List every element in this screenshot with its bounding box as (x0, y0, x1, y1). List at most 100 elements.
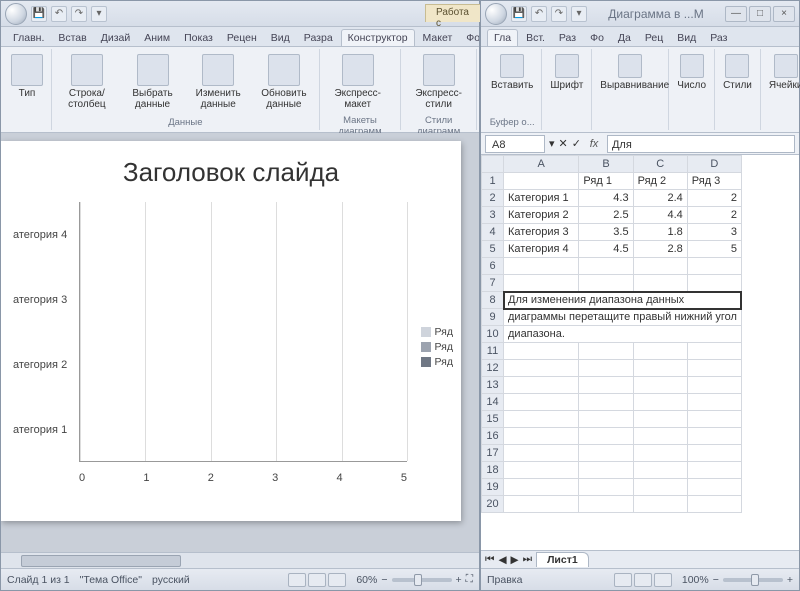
cell[interactable] (579, 462, 633, 479)
sheet-tab[interactable]: Лист1 (536, 552, 589, 567)
row-header[interactable]: 13 (482, 377, 504, 394)
cell[interactable] (579, 258, 633, 275)
cell[interactable] (633, 394, 687, 411)
number-button[interactable]: Число (673, 51, 710, 94)
switch-row-col-button[interactable]: Строка/столбец (56, 51, 118, 113)
undo-icon[interactable]: ↶ (531, 6, 547, 22)
zoom-in-icon[interactable]: + (456, 574, 462, 586)
cell[interactable] (687, 343, 741, 360)
cell[interactable]: 1.8 (633, 224, 687, 241)
cell[interactable] (633, 343, 687, 360)
tab-встав[interactable]: Встав (52, 30, 92, 46)
undo-icon[interactable]: ↶ (51, 6, 67, 22)
tab-0[interactable]: Гла (487, 29, 518, 47)
cell[interactable] (579, 411, 633, 428)
cell[interactable] (687, 445, 741, 462)
horizontal-scrollbar[interactable] (1, 552, 479, 568)
cell[interactable] (504, 428, 579, 445)
cell[interactable]: 2 (687, 207, 741, 224)
sheet-nav-first-icon[interactable]: ⏮ (485, 553, 494, 566)
row-header[interactable]: 9 (482, 309, 504, 326)
zoom-level[interactable]: 100% (682, 574, 709, 586)
cell[interactable]: Ряд 3 (687, 173, 741, 190)
row-header[interactable]: 3 (482, 207, 504, 224)
tab-4[interactable]: Да (612, 30, 637, 46)
cell[interactable] (504, 496, 579, 513)
cell[interactable] (504, 258, 579, 275)
tab-7[interactable]: Раз (704, 30, 733, 46)
cell[interactable]: Категория 1 (504, 190, 579, 207)
col-header[interactable]: C (633, 156, 687, 173)
tab-2[interactable]: Раз (553, 30, 582, 46)
close-icon[interactable]: × (773, 6, 795, 22)
cell[interactable] (579, 275, 633, 292)
cell[interactable] (633, 462, 687, 479)
row-header[interactable]: 10 (482, 326, 504, 343)
cell[interactable] (579, 479, 633, 496)
minimize-icon[interactable]: — (725, 6, 747, 22)
enter-icon[interactable]: ✓ (572, 137, 581, 150)
row-header[interactable]: 5 (482, 241, 504, 258)
cell[interactable] (633, 479, 687, 496)
cell[interactable] (504, 343, 579, 360)
cell[interactable] (633, 258, 687, 275)
cell[interactable]: 2 (687, 190, 741, 207)
slideshow-view-icon[interactable] (328, 573, 346, 587)
cell[interactable]: 3 (687, 224, 741, 241)
edit-data-button[interactable]: Изменить данные (187, 51, 249, 113)
cell[interactable] (579, 394, 633, 411)
quick-layout-button[interactable]: Экспресс-макет (324, 51, 392, 113)
zoom-slider[interactable] (723, 578, 783, 582)
chart-tools-contextual-tab[interactable]: Работа с диагра... (425, 4, 487, 22)
zoom-slider[interactable] (392, 578, 452, 582)
language-indicator[interactable]: русский (152, 574, 190, 586)
name-box[interactable]: A8 (485, 135, 545, 153)
row-header[interactable]: 1 (482, 173, 504, 190)
row-header[interactable]: 14 (482, 394, 504, 411)
cell[interactable]: 4.3 (579, 190, 633, 207)
tab-аним[interactable]: Аним (138, 30, 176, 46)
cell[interactable] (504, 360, 579, 377)
cell[interactable] (687, 275, 741, 292)
cell[interactable]: 2.5 (579, 207, 633, 224)
cell[interactable] (504, 394, 579, 411)
sheet-nav-next-icon[interactable]: ▶ (511, 554, 519, 566)
tab-разра[interactable]: Разра (298, 30, 339, 46)
row-header[interactable]: 15 (482, 411, 504, 428)
zoom-out-icon[interactable]: − (381, 574, 387, 586)
row-header[interactable]: 11 (482, 343, 504, 360)
tab-формат[interactable]: Формат (460, 30, 479, 46)
align-button[interactable]: Выравнивание (596, 51, 664, 94)
cell[interactable] (504, 275, 579, 292)
row-header[interactable]: 17 (482, 445, 504, 462)
cell[interactable]: диаграммы перетащите правый нижний угол (504, 309, 742, 326)
redo-icon[interactable]: ↷ (71, 6, 87, 22)
cell[interactable] (504, 479, 579, 496)
row-header[interactable]: 19 (482, 479, 504, 496)
cell[interactable]: 4.5 (579, 241, 633, 258)
normal-view-icon[interactable] (288, 573, 306, 587)
cell[interactable] (633, 428, 687, 445)
maximize-icon[interactable]: □ (749, 6, 771, 22)
zoom-in-icon[interactable]: + (787, 574, 793, 586)
font-button[interactable]: Шрифт (546, 51, 587, 94)
cell[interactable] (687, 462, 741, 479)
tab-6[interactable]: Вид (671, 30, 702, 46)
cell[interactable] (633, 377, 687, 394)
tab-макет[interactable]: Макет (417, 30, 459, 46)
col-header[interactable]: D (687, 156, 741, 173)
cell[interactable] (579, 428, 633, 445)
row-header[interactable]: 18 (482, 462, 504, 479)
cell[interactable] (687, 428, 741, 445)
save-icon[interactable]: 💾 (31, 6, 47, 22)
cell[interactable] (579, 343, 633, 360)
sheet-nav-prev-icon[interactable]: ◀ (498, 554, 506, 566)
row-header[interactable]: 4 (482, 224, 504, 241)
cell[interactable] (687, 394, 741, 411)
tab-1[interactable]: Вст. (520, 30, 551, 46)
sorter-view-icon[interactable] (308, 573, 326, 587)
tab-главн.[interactable]: Главн. (7, 30, 50, 46)
tab-5[interactable]: Рец (639, 30, 669, 46)
tab-рецен[interactable]: Рецен (221, 30, 263, 46)
cell[interactable] (633, 411, 687, 428)
